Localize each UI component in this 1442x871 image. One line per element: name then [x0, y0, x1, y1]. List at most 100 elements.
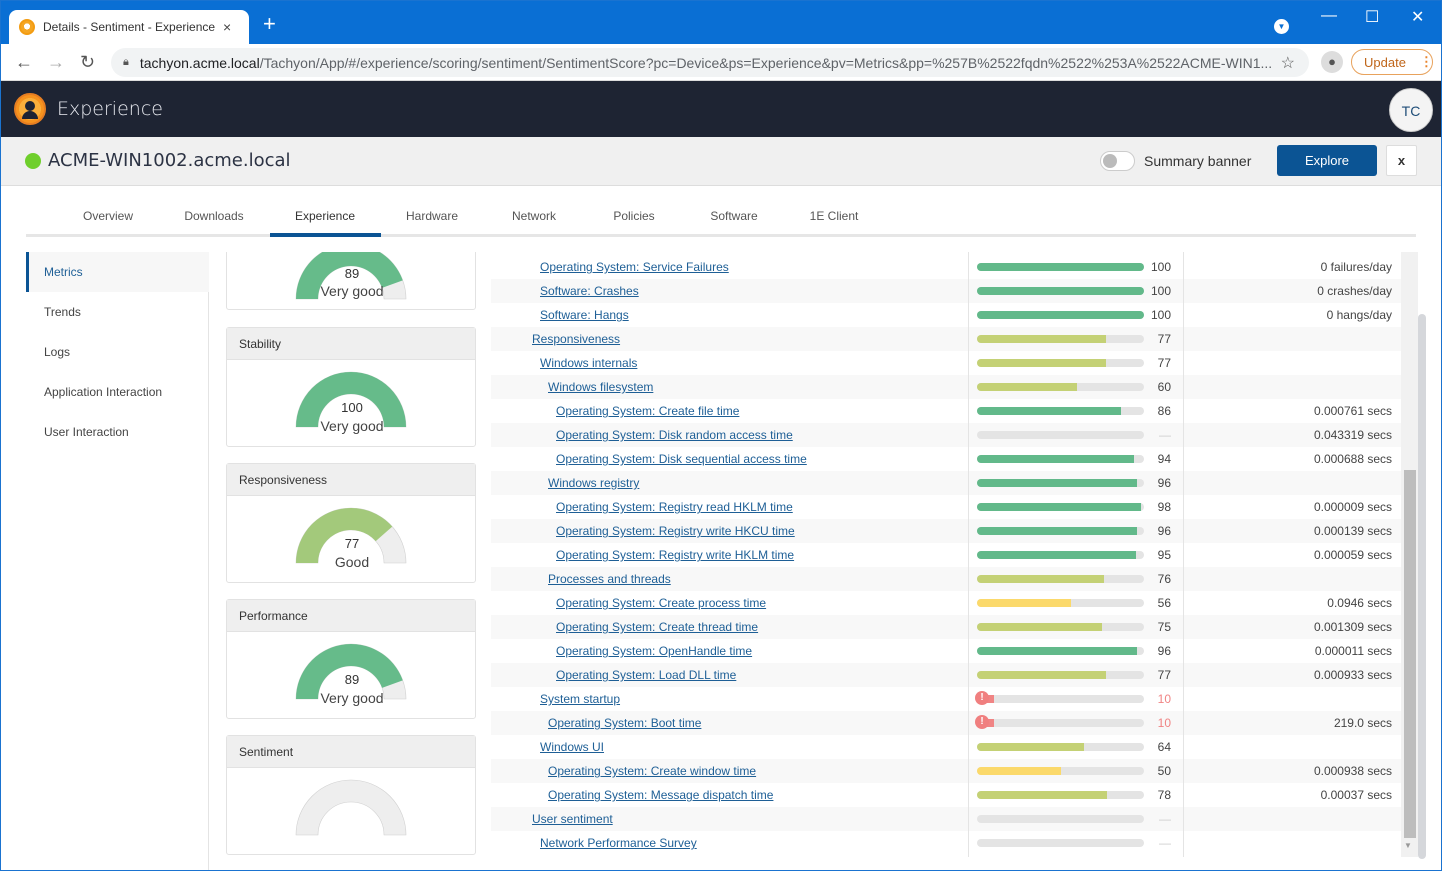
nav-logs[interactable]: Logs [26, 332, 209, 372]
score-bar [977, 407, 1144, 415]
user-avatar[interactable]: TC [1389, 88, 1433, 132]
tab-1e-client[interactable]: 1E Client [779, 209, 889, 223]
gauge-label: Very good [320, 690, 384, 706]
metric-score: 77 [1157, 356, 1171, 370]
metric-link[interactable]: Responsiveness [532, 332, 620, 346]
page-scrollbar-thumb[interactable] [1418, 314, 1426, 859]
metric-row: Operating System: Registry read HKLM tim… [491, 495, 1401, 519]
minimize-button[interactable]: — [1321, 7, 1337, 25]
metric-link[interactable]: System startup [540, 692, 620, 706]
metric-link[interactable]: Windows internals [540, 356, 637, 370]
update-label: Update [1364, 54, 1406, 70]
profile-icon[interactable]: ● [1321, 51, 1343, 73]
tab-experience[interactable]: Experience [270, 209, 380, 223]
metric-score: 96 [1157, 524, 1171, 538]
metric-link[interactable]: Operating System: Message dispatch time [548, 788, 773, 802]
score-bar-fill [977, 311, 1144, 319]
explore-button[interactable]: Explore [1277, 145, 1377, 176]
metric-row: Operating System: Registry write HKCU ti… [491, 519, 1401, 543]
metric-link[interactable]: Operating System: Load DLL time [556, 668, 736, 682]
metric-row: Operating System: Create process time 56 0… [491, 591, 1401, 615]
metric-score: 98 [1157, 500, 1171, 514]
score-bar [977, 383, 1144, 391]
metric-score: 77 [1157, 332, 1171, 346]
metric-link[interactable]: Operating System: Registry read HKLM tim… [556, 500, 793, 514]
metric-link[interactable]: Operating System: Disk sequential access… [556, 452, 807, 466]
device-name: ACME-WIN1002.acme.local [48, 150, 291, 171]
nav-metrics[interactable]: Metrics [26, 252, 209, 292]
score-card-overall: 89 Very good [226, 252, 476, 310]
metric-link[interactable]: Operating System: Create window time [548, 764, 756, 778]
forward-icon[interactable]: → [47, 52, 65, 73]
nav-trends[interactable]: Trends [26, 292, 209, 332]
back-icon[interactable]: ← [15, 52, 33, 73]
close-window-button[interactable]: ✕ [1411, 7, 1424, 27]
gauge-score: 89 [344, 672, 360, 687]
metric-raw-value: 0 failures/day [1320, 260, 1392, 274]
metric-link[interactable]: Operating System: Registry write HKLM ti… [556, 548, 794, 562]
metric-link[interactable]: Software: Hangs [540, 308, 629, 322]
metric-link[interactable]: Windows filesystem [548, 380, 653, 394]
url-input[interactable]: 🔒︎ tachyon.acme.local/Tachyon/App/#/expe… [111, 48, 1309, 77]
close-device-button[interactable]: x [1386, 145, 1417, 176]
metric-link[interactable]: Network Performance Survey [540, 836, 697, 850]
metric-link[interactable]: Operating System: Disk random access tim… [556, 428, 793, 442]
table-scrollbar-thumb[interactable] [1404, 470, 1416, 838]
metric-score: 96 [1157, 644, 1171, 658]
metric-row: Operating System: Boot time! 10 219.0 secs [491, 711, 1401, 735]
device-bar: ACME-WIN1002.acme.local Summary banner E… [1, 137, 1441, 186]
metric-raw-value: 0.001309 secs [1313, 620, 1392, 634]
metric-score: — [1159, 428, 1171, 442]
metric-link[interactable]: Software: Crashes [540, 284, 639, 298]
score-bar [977, 359, 1144, 367]
gauge-score: 100 [341, 400, 363, 415]
tab-close-icon[interactable]: × [223, 19, 231, 35]
metric-link[interactable]: Operating System: OpenHandle time [556, 644, 752, 658]
metric-link[interactable]: Operating System: Create file time [556, 404, 739, 418]
score-bar-fill [977, 623, 1103, 631]
metric-row: System startup! 10 [491, 687, 1401, 711]
metric-score: — [1159, 812, 1171, 826]
bookmark-star-icon[interactable]: ☆ [1281, 53, 1295, 73]
tab-downloads[interactable]: Downloads [159, 209, 269, 223]
tab-overview[interactable]: Overview [53, 209, 163, 223]
metric-link[interactable]: Operating System: Boot time [548, 716, 701, 730]
metric-link[interactable]: Operating System: Service Failures [540, 260, 729, 274]
tab-software[interactable]: Software [679, 209, 789, 223]
metric-score: 50 [1157, 764, 1171, 778]
nav-user-interaction[interactable]: User Interaction [26, 412, 209, 452]
scroll-down-arrow-icon[interactable]: ▼ [1404, 841, 1412, 850]
score-bar-fill [977, 767, 1061, 775]
url-host: tachyon.acme.local [139, 54, 260, 71]
score-card-stability: Stability 100 Very good [226, 327, 476, 447]
score-bar-fill [977, 359, 1106, 367]
metric-link[interactable]: Windows UI [540, 740, 604, 754]
update-button[interactable]: Update ⋮ [1351, 49, 1433, 75]
maximize-button[interactable]: ☐ [1365, 7, 1379, 27]
metric-score: 10 [1157, 692, 1171, 706]
metric-row: Operating System: Disk random access tim… [491, 423, 1401, 447]
metric-link[interactable]: User sentiment [532, 812, 613, 826]
metric-score: 60 [1157, 380, 1171, 394]
nav-application-interaction[interactable]: Application Interaction [26, 372, 209, 412]
score-bar-fill [977, 407, 1121, 415]
metric-link[interactable]: Windows registry [548, 476, 639, 490]
column-divider [1183, 252, 1184, 857]
score-card-sentiment: Sentiment [226, 735, 476, 855]
new-tab-button[interactable]: + [263, 13, 276, 35]
browser-tab[interactable]: Details - Sentiment - Experience × [9, 10, 249, 44]
score-bar [977, 479, 1144, 487]
summary-banner-toggle[interactable] [1100, 151, 1135, 171]
tab-network[interactable]: Network [479, 209, 589, 223]
tab-search-icon[interactable]: ▼ [1274, 19, 1289, 34]
gauge-score: 89 [344, 266, 360, 281]
gauge-score: 77 [344, 536, 360, 551]
metric-link[interactable]: Operating System: Registry write HKCU ti… [556, 524, 795, 538]
score-bar-fill [977, 287, 1144, 295]
tab-policies[interactable]: Policies [579, 209, 689, 223]
tab-hardware[interactable]: Hardware [377, 209, 487, 223]
metric-link[interactable]: Operating System: Create thread time [556, 620, 758, 634]
metric-link[interactable]: Processes and threads [548, 572, 671, 586]
metric-link[interactable]: Operating System: Create process time [556, 596, 766, 610]
reload-icon[interactable]: ↻ [80, 52, 95, 73]
